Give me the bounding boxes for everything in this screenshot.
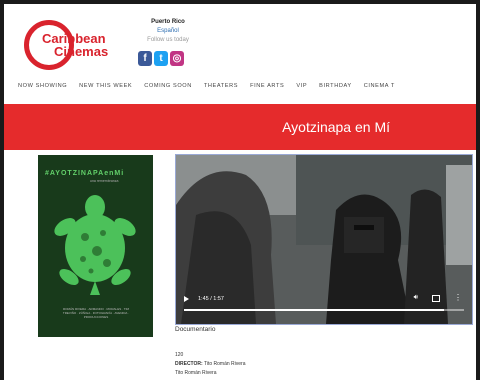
nav-item-new-this-week[interactable]: NEW THIS WEEK xyxy=(79,83,132,97)
director-label: DIRECTOR: xyxy=(175,361,203,367)
movie-poster: #AYOTZINAPAenMi una remembranza ROMÁN RI… xyxy=(38,155,153,337)
nav-item-fine-arts[interactable]: FINE ARTS xyxy=(250,83,284,97)
movie-cast: Tito Román Rivera xyxy=(175,370,217,376)
instagram-icon[interactable]: ◎ xyxy=(170,51,184,66)
fullscreen-icon[interactable] xyxy=(432,294,440,302)
nav-item-coming-soon[interactable]: COMING SOON xyxy=(144,83,192,97)
nav-item-vip[interactable]: VIP xyxy=(296,83,307,97)
volume-icon[interactable]: 🔊︎ xyxy=(414,294,418,302)
poster-subtitle: una remembranza xyxy=(90,179,119,183)
twitter-icon[interactable]: t xyxy=(154,51,168,66)
video-time: 1:45 / 1:57 xyxy=(198,296,224,302)
movie-genre: Documentario xyxy=(175,326,216,333)
logo-line2: Cinemas xyxy=(54,44,109,59)
region-label: Puerto Rico xyxy=(151,19,185,25)
director-name: Tito Román Rivera xyxy=(204,361,246,367)
caribbean-cinemas-logo[interactable]: Caribbean Cinemas xyxy=(20,20,120,72)
title-banner: Ayotzinapa en Mí xyxy=(4,104,476,150)
region-block: Puerto Rico Español Follow us today xyxy=(132,18,204,45)
turtle-illustration xyxy=(54,195,136,295)
facebook-icon[interactable]: f xyxy=(138,51,152,66)
poster-title: #AYOTZINAPAenMi xyxy=(45,170,125,177)
social-links: f t ◎ xyxy=(138,51,184,66)
video-progress-fill xyxy=(184,309,445,311)
page: Caribbean Cinemas Puerto Rico Español Fo… xyxy=(4,4,476,380)
video-progress-bar[interactable] xyxy=(184,309,464,311)
main-nav: NOW SHOWING NEW THIS WEEK COMING SOON TH… xyxy=(18,83,395,97)
poster-credits: ROMÁN RIVERA · ARMANDO · MORALES · TIM T… xyxy=(62,307,130,319)
movie-details: 120 DIRECTOR: Tito Román Rivera Tito Rom… xyxy=(175,351,246,378)
follow-text: Follow us today xyxy=(147,37,189,43)
nav-item-theaters[interactable]: THEATERS xyxy=(204,83,238,97)
nav-item-cinema-t[interactable]: CINEMA T xyxy=(364,83,395,97)
nav-item-now-showing[interactable]: NOW SHOWING xyxy=(18,83,67,97)
video-player[interactable]: 1:45 / 1:57 🔊︎ ⋮ xyxy=(175,154,473,325)
play-icon[interactable] xyxy=(184,296,189,302)
more-options-icon[interactable]: ⋮ xyxy=(454,294,462,302)
page-title: Ayotzinapa en Mí xyxy=(282,119,390,135)
language-link[interactable]: Español xyxy=(132,27,204,36)
nav-item-birthday[interactable]: BIRTHDAY xyxy=(319,83,352,97)
movie-runtime: 120 xyxy=(175,352,184,358)
